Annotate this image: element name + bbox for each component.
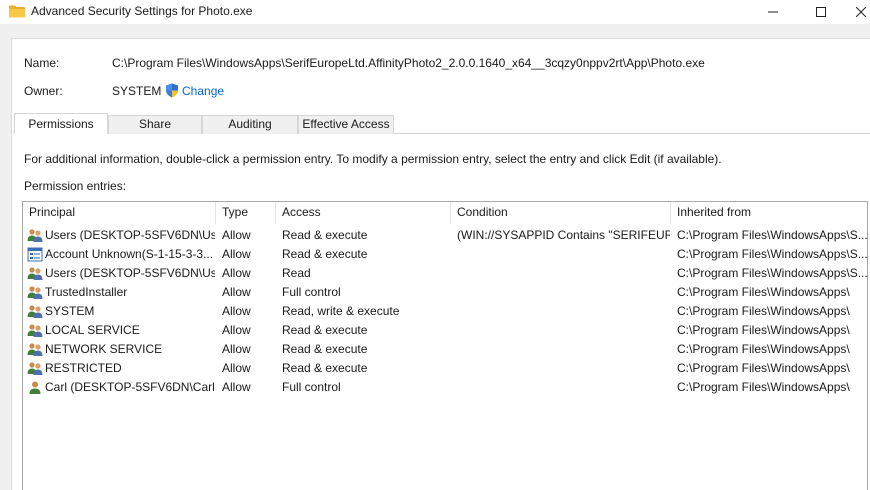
permission-entries-list[interactable]: Principal Type Access Condition Inherite… bbox=[22, 201, 868, 490]
principal-cell: LOCAL SERVICE bbox=[45, 323, 140, 337]
condition-cell bbox=[457, 321, 670, 340]
inherited-from-cell: C:\Program Files\WindowsApps\S... bbox=[677, 228, 868, 242]
minimize-icon bbox=[768, 11, 778, 13]
type-cell: Allow bbox=[222, 266, 251, 280]
principal-cell: NETWORK SERVICE bbox=[45, 342, 163, 356]
object-path: C:\Program Files\WindowsApps\SerifEurope… bbox=[112, 56, 705, 70]
access-cell: Read, write & execute bbox=[282, 304, 400, 318]
type-cell: Allow bbox=[222, 361, 251, 375]
change-owner-link[interactable]: Change bbox=[182, 84, 224, 98]
column-header-inherited-from[interactable]: Inherited from bbox=[671, 202, 867, 224]
info-text: For additional information, double-click… bbox=[24, 152, 722, 166]
access-cell: Read bbox=[282, 266, 311, 280]
settings-panel: Name: C:\Program Files\WindowsApps\Serif… bbox=[11, 38, 870, 490]
access-cell: Read & execute bbox=[282, 342, 368, 356]
users-group-icon bbox=[27, 266, 43, 281]
access-cell: Read & execute bbox=[282, 323, 368, 337]
list-header: Principal Type Access Condition Inherite… bbox=[23, 202, 867, 224]
tab-auditing[interactable]: Auditing bbox=[202, 115, 298, 134]
condition-cell bbox=[457, 264, 670, 283]
users-group-icon bbox=[27, 323, 43, 338]
condition-cell bbox=[457, 283, 670, 302]
permission-entries-label: Permission entries: bbox=[24, 179, 127, 193]
principal-cell: SYSTEM bbox=[45, 304, 95, 318]
permission-entry-row[interactable]: SYSTEM Allow Read, write & execute C:\Progr… bbox=[23, 302, 867, 321]
condition-cell bbox=[457, 302, 670, 321]
users-group-icon bbox=[27, 228, 43, 243]
principal-cell: Users (DESKTOP-5SFV6DN\Use... bbox=[45, 228, 215, 242]
inherited-from-cell: C:\Program Files\WindowsApps\ bbox=[677, 342, 850, 356]
permission-entry-row[interactable]: NETWORK SERVICE Allow Read & execute C:\Pro… bbox=[23, 340, 867, 359]
uac-shield-icon bbox=[166, 83, 178, 98]
owner-label: Owner: bbox=[24, 84, 63, 98]
type-cell: Allow bbox=[222, 285, 251, 299]
users-group-icon bbox=[27, 304, 43, 319]
users-group-icon bbox=[27, 342, 43, 357]
inherited-from-cell: C:\Program Files\WindowsApps\ bbox=[677, 361, 850, 375]
users-group-icon bbox=[27, 285, 43, 300]
permission-entry-row[interactable]: Carl (DESKTOP-5SFV6DN\Carl) Allow Full con… bbox=[23, 378, 867, 397]
type-cell: Allow bbox=[222, 342, 251, 356]
inherited-from-cell: C:\Program Files\WindowsApps\ bbox=[677, 285, 850, 299]
permission-entry-row[interactable]: Users (DESKTOP-5SFV6DN\Use... Allow Read &… bbox=[23, 226, 868, 245]
column-header-condition[interactable]: Condition bbox=[451, 202, 671, 224]
permission-entry-row[interactable]: Account Unknown(S-1-15-3-3... Allow Read &… bbox=[23, 245, 868, 264]
permission-entry-row[interactable]: LOCAL SERVICE Allow Read & execute C:\Progr… bbox=[23, 321, 867, 340]
access-cell: Full control bbox=[282, 285, 341, 299]
close-button[interactable] bbox=[846, 0, 870, 24]
column-header-principal[interactable]: Principal bbox=[23, 202, 216, 224]
principal-cell: Carl (DESKTOP-5SFV6DN\Carl) bbox=[45, 380, 215, 394]
condition-cell: (WIN://SYSAPPID Contains "SERIFEUR... bbox=[457, 228, 670, 242]
tab-strip: Permissions Share Auditing Effective Acc… bbox=[14, 113, 870, 134]
column-header-type[interactable]: Type bbox=[216, 202, 276, 224]
condition-cell bbox=[457, 359, 670, 378]
users-group-icon bbox=[27, 361, 43, 376]
type-cell: Allow bbox=[222, 323, 251, 337]
principal-cell: RESTRICTED bbox=[45, 361, 122, 375]
tab-permissions[interactable]: Permissions bbox=[14, 113, 108, 134]
title-bar[interactable]: Advanced Security Settings for Photo.exe bbox=[0, 0, 870, 24]
inherited-from-cell: C:\Program Files\WindowsApps\S... bbox=[677, 247, 868, 261]
permission-entry-row[interactable]: TrustedInstaller Allow Full control C:\Prog… bbox=[23, 283, 867, 302]
permission-entry-row[interactable]: Users (DESKTOP-5SFV6DN\Use... Allow Read C:… bbox=[23, 264, 868, 283]
principal-cell: Users (DESKTOP-5SFV6DN\Use... bbox=[45, 266, 215, 280]
tab-share[interactable]: Share bbox=[108, 115, 202, 134]
type-cell: Allow bbox=[222, 304, 251, 318]
unknown-account-icon bbox=[27, 247, 43, 262]
maximize-icon bbox=[816, 7, 826, 17]
condition-cell bbox=[457, 378, 670, 397]
permission-entry-row[interactable]: RESTRICTED Allow Read & execute C:\Program … bbox=[23, 359, 867, 378]
maximize-button[interactable] bbox=[798, 0, 844, 24]
owner-value: SYSTEM bbox=[112, 84, 162, 98]
tab-effective-access[interactable]: Effective Access bbox=[298, 115, 394, 134]
access-cell: Read & execute bbox=[282, 228, 368, 242]
single-user-icon bbox=[27, 380, 43, 395]
inherited-from-cell: C:\Program Files\WindowsApps\ bbox=[677, 380, 850, 394]
condition-cell bbox=[457, 245, 670, 264]
access-cell: Read & execute bbox=[282, 361, 368, 375]
inherited-from-cell: C:\Program Files\WindowsApps\ bbox=[677, 304, 850, 318]
type-cell: Allow bbox=[222, 228, 251, 242]
principal-cell: Account Unknown(S-1-15-3-3... bbox=[45, 247, 214, 261]
column-header-access[interactable]: Access bbox=[276, 202, 451, 224]
access-cell: Read & execute bbox=[282, 247, 368, 261]
window-title: Advanced Security Settings for Photo.exe bbox=[31, 4, 253, 18]
principal-cell: TrustedInstaller bbox=[45, 285, 128, 299]
close-icon bbox=[856, 7, 866, 17]
access-cell: Full control bbox=[282, 380, 341, 394]
type-cell: Allow bbox=[222, 380, 251, 394]
type-cell: Allow bbox=[222, 247, 251, 261]
minimize-button[interactable] bbox=[750, 0, 796, 24]
condition-cell bbox=[457, 340, 670, 359]
name-label: Name: bbox=[24, 56, 60, 70]
inherited-from-cell: C:\Program Files\WindowsApps\S... bbox=[677, 266, 868, 280]
inherited-from-cell: C:\Program Files\WindowsApps\ bbox=[677, 323, 850, 337]
folder-icon bbox=[9, 5, 25, 18]
